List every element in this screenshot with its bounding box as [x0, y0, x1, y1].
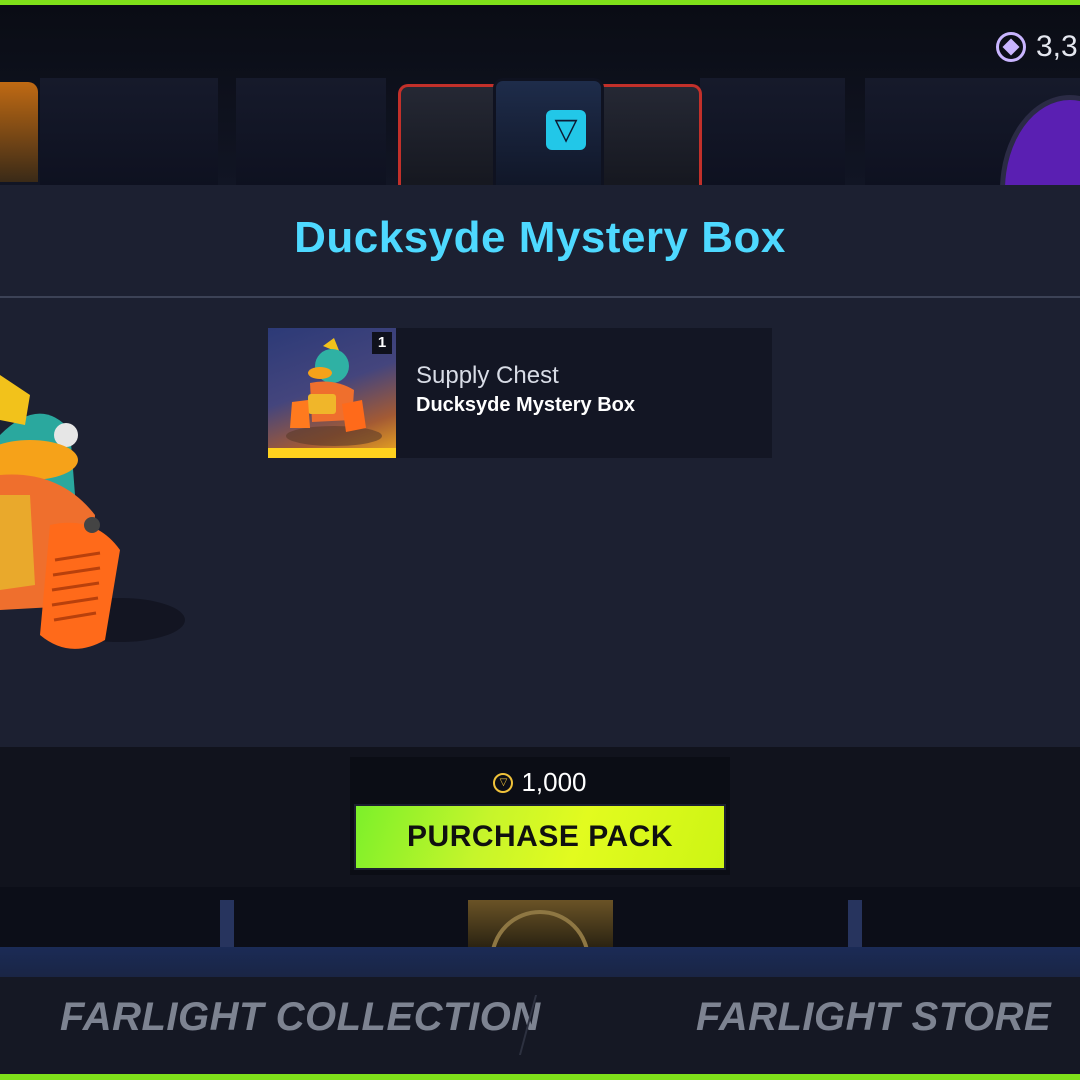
item-type-label: Supply Chest: [416, 362, 559, 389]
pack-item-card[interactable]: 1 Supply Chest Ducksyde Mystery Box: [268, 328, 772, 458]
rank-badge-image: [468, 900, 613, 947]
left-chest-peek: [0, 82, 38, 182]
price-display: ▽ 1,000: [350, 767, 730, 798]
farcoin-icon: [996, 32, 1026, 62]
price-amount: 1,000: [521, 767, 587, 797]
purchase-bar: ▽ 1,000 PURCHASE PACK: [0, 747, 1080, 887]
item-name-label: Ducksyde Mystery Box: [416, 394, 635, 416]
title-divider: [0, 296, 1080, 298]
store-shelf-panel: [236, 78, 386, 185]
featured-chest-image: ▽: [398, 78, 702, 185]
store-shelf-panel: [40, 78, 218, 185]
modal-title: Ducksyde Mystery Box: [294, 213, 786, 262]
blue-band: [0, 947, 1080, 977]
diamond-coin-icon: ▽: [493, 772, 514, 793]
item-text: Supply Chest Ducksyde Mystery Box: [396, 328, 635, 458]
duck-chest-thumbnail: 1: [268, 328, 396, 458]
chest-right-box: [588, 84, 702, 185]
store-shelf-background: ▽: [0, 0, 1080, 185]
purchase-box: ▽ 1,000 PURCHASE PACK: [350, 757, 730, 875]
shelf-post: [220, 900, 234, 947]
shelf-post: [848, 900, 862, 947]
item-count-badge: 1: [372, 332, 392, 354]
currency-amount: 3,3: [1036, 30, 1078, 63]
duck-character-image: [0, 375, 185, 649]
pack-details-modal: Ducksyde Mystery Box 1 Supply Chest Duck…: [0, 185, 1080, 747]
purchase-pack-button[interactable]: PURCHASE PACK: [354, 804, 726, 870]
store-shelf-panel: [700, 78, 845, 185]
rank-badge-ring: [490, 910, 590, 947]
tab-farlight-store[interactable]: FARLIGHT STORE: [696, 995, 1051, 1040]
chest-emblem-icon: ▽: [546, 110, 586, 150]
bottom-tab-bar: FARLIGHT COLLECTION FARLIGHT STORE: [0, 977, 1080, 1074]
currency-balance[interactable]: 3,3: [996, 30, 1078, 64]
tab-farlight-collection[interactable]: FARLIGHT COLLECTION: [60, 995, 541, 1040]
rarity-glow: [268, 448, 396, 458]
